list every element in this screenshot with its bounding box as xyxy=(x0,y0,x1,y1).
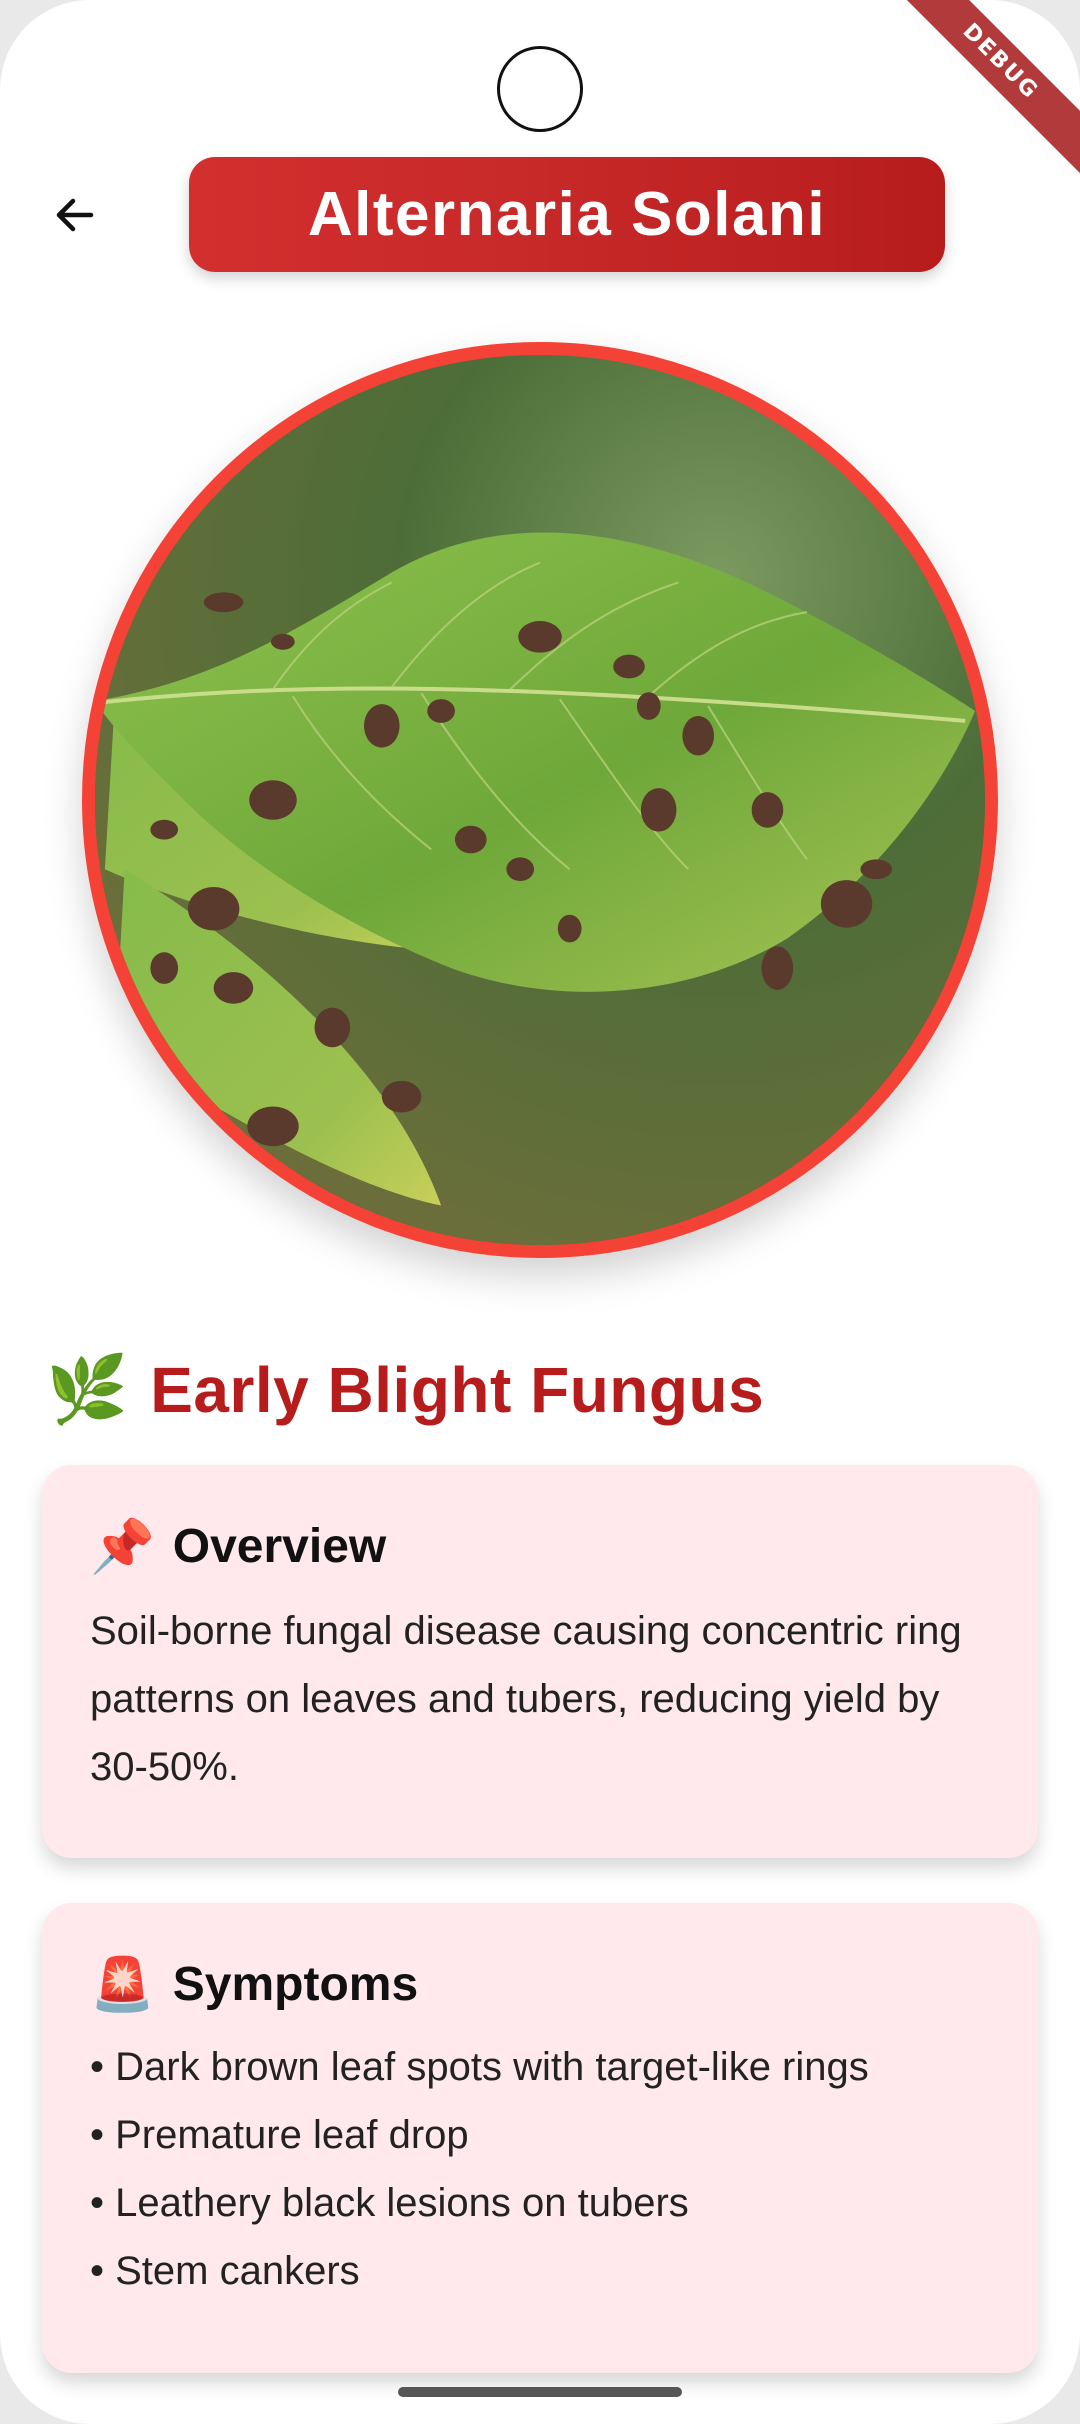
list-item: • Leathery black lesions on tubers xyxy=(90,2181,689,2225)
overview-title: Overview xyxy=(172,1519,387,1573)
back-button[interactable] xyxy=(40,180,110,250)
overview-title-row: 📌 Overview xyxy=(90,1513,990,1579)
app-screen: DEBUG Alternaria Solani 🌿 Early Blight F… xyxy=(0,0,1080,2424)
overview-text: Soil-borne fungal disease causing concen… xyxy=(90,1609,962,1789)
siren-icon: 🚨 xyxy=(90,1955,155,2014)
home-indicator[interactable] xyxy=(398,2387,682,2397)
disease-image xyxy=(82,342,998,1258)
disease-name-heading: 🌿 Early Blight Fungus xyxy=(46,1340,764,1440)
symptoms-card: 🚨 Symptoms • Dark brown leaf spots with … xyxy=(42,1903,1038,2373)
symptoms-title: Symptoms xyxy=(172,1957,419,2011)
disease-name: Early Blight Fungus xyxy=(150,1354,765,1426)
symptoms-title-row: 🚨 Symptoms xyxy=(90,1951,990,2017)
camera-cutout xyxy=(497,46,583,132)
arrow-left-icon xyxy=(56,198,94,232)
pushpin-icon: 📌 xyxy=(90,1517,155,1576)
page-title: Alternaria Solani xyxy=(307,180,827,249)
page-title-banner: Alternaria Solani xyxy=(189,157,945,272)
symptoms-list: • Dark brown leaf spots with target-like… xyxy=(90,2033,990,2305)
overview-card: 📌 Overview Soil-borne fungal disease cau… xyxy=(42,1465,1038,1858)
list-item: • Dark brown leaf spots with target-like… xyxy=(90,2045,869,2089)
blighted-leaf-illustration xyxy=(95,355,985,1245)
herb-icon: 🌿 xyxy=(46,1352,129,1426)
list-item: • Premature leaf drop xyxy=(90,2113,469,2157)
list-item: • Stem cankers xyxy=(90,2249,360,2293)
